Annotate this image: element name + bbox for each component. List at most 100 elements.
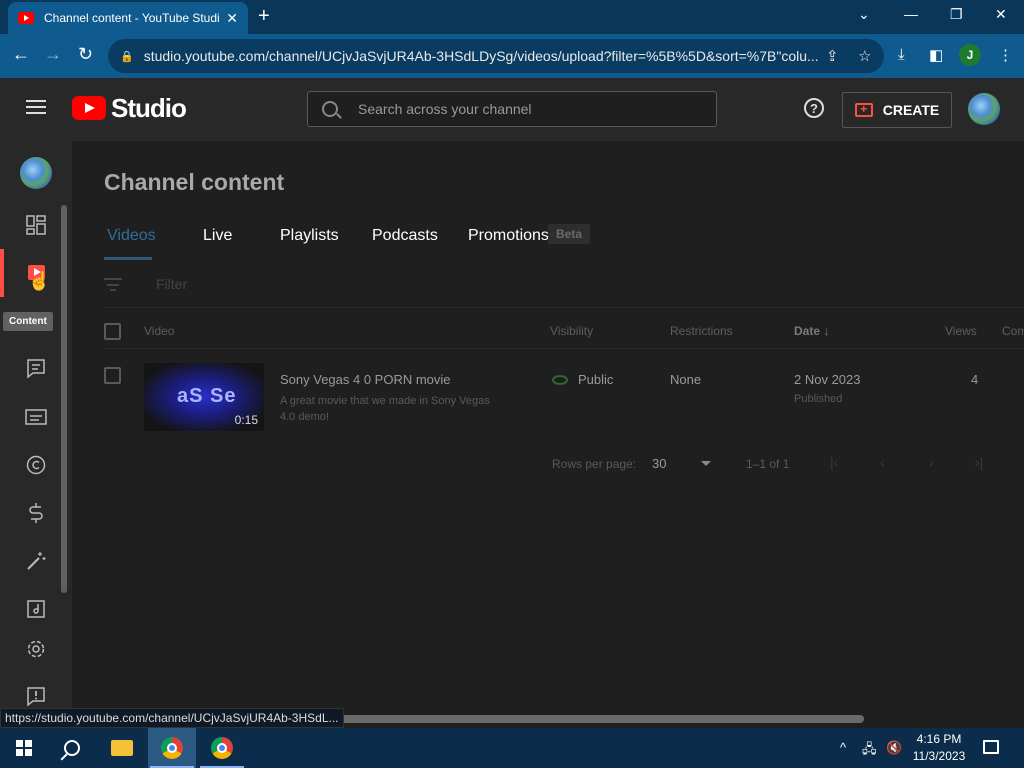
dropdown-arrow-icon[interactable] [701, 461, 711, 466]
windows-taskbar: ^ 🖧 🔇 4:16 PM 11/3/2023 [0, 728, 1024, 768]
earn-icon[interactable] [24, 501, 48, 525]
column-restrictions: Restrictions [670, 324, 733, 338]
next-page-icon[interactable]: › [929, 454, 934, 470]
channel-search[interactable] [307, 91, 717, 127]
volume-muted-icon[interactable]: 🔇 [886, 740, 902, 756]
address-bar[interactable]: 🔒 studio.youtube.com/channel/UCjvJaSvjUR… [108, 39, 884, 73]
start-button[interactable] [0, 728, 48, 768]
video-description: A great movie that we made in Sony Vegas… [280, 395, 490, 423]
create-label: CREATE [882, 102, 940, 118]
forward-button[interactable]: → [44, 44, 62, 65]
select-all-checkbox[interactable] [104, 323, 121, 340]
tab-live[interactable]: Live [203, 227, 232, 245]
profile-avatar[interactable]: J [959, 44, 981, 66]
video-duration: 0:15 [234, 413, 258, 427]
sidebar-scrollbar[interactable] [61, 205, 67, 593]
rows-per-page-label: Rows per page: [552, 457, 637, 471]
download-icon[interactable]: ⤓ [898, 46, 905, 63]
customization-icon[interactable] [24, 549, 48, 573]
row-checkbox[interactable] [104, 367, 121, 384]
show-hidden-icons-icon[interactable]: ^ [840, 740, 846, 755]
tab-playlists[interactable]: Playlists [280, 227, 339, 245]
tab-promotions[interactable]: Promotions [468, 227, 549, 245]
reload-button[interactable]: ↻ [78, 44, 93, 65]
thumbnail-text: aS Se [177, 385, 237, 407]
tab-title: Channel content - YouTube Studio [44, 11, 219, 25]
video-title[interactable]: Sony Vegas 4 0 PORN movie [280, 372, 451, 387]
video-thumbnail[interactable]: aS Se 0:15 [144, 363, 264, 431]
comments-icon[interactable] [24, 357, 48, 381]
back-button[interactable]: ← [12, 44, 30, 65]
restore-button[interactable]: ❐ [950, 6, 963, 23]
bookmark-star-icon[interactable]: ☆ [858, 47, 871, 65]
search-icon [64, 740, 80, 756]
prev-page-icon[interactable]: ‹ [880, 454, 885, 470]
notification-center-icon[interactable] [983, 740, 999, 754]
new-tab-button[interactable]: + [258, 5, 270, 28]
windows-logo-icon [16, 740, 32, 756]
side-panel-icon[interactable]: ◧ [929, 46, 943, 64]
network-icon[interactable]: 🖧 [862, 740, 877, 762]
hamburger-menu-icon[interactable] [26, 100, 46, 114]
menu-kebab-icon[interactable]: ⋮ [998, 46, 1013, 64]
dashboard-icon[interactable] [24, 213, 48, 237]
tab-videos[interactable]: Videos [107, 227, 156, 245]
rows-per-page-select[interactable]: 30 [652, 456, 666, 471]
system-clock[interactable]: 4:16 PM 11/3/2023 [912, 731, 966, 765]
feedback-icon[interactable] [24, 685, 48, 709]
tab-search-icon[interactable]: ⌄ [858, 6, 870, 23]
filter-icon[interactable] [104, 278, 122, 291]
column-date[interactable]: Date ↓ [794, 324, 829, 338]
browser-tab-bar: Channel content - YouTube Studio ✕ + ⌄ —… [0, 0, 1024, 34]
help-icon[interactable]: ? [804, 98, 824, 118]
column-comments: Com [1002, 324, 1024, 338]
header-divider [104, 348, 1024, 349]
chrome-icon [211, 737, 233, 759]
chrome-icon [161, 737, 183, 759]
active-tab-underline [104, 257, 152, 260]
browser-toolbar: ← → ↻ 🔒 studio.youtube.com/channel/UCjvJ… [0, 34, 1024, 78]
chrome-taskbar-button-1[interactable] [148, 728, 196, 768]
date-status: Published [794, 393, 843, 405]
account-avatar[interactable] [968, 93, 1000, 125]
sort-down-icon: ↓ [823, 324, 830, 338]
minimize-button[interactable]: — [904, 6, 918, 22]
tab-close-icon[interactable]: ✕ [226, 10, 238, 27]
column-date-label: Date [794, 324, 821, 338]
youtube-favicon-icon [18, 12, 34, 24]
tab-podcasts[interactable]: Podcasts [372, 227, 438, 245]
visibility-value[interactable]: Public [578, 372, 613, 387]
audio-library-icon[interactable] [24, 597, 48, 621]
copyright-icon[interactable] [24, 453, 48, 477]
channel-avatar[interactable] [20, 157, 52, 189]
close-window-button[interactable]: ✕ [995, 6, 1007, 23]
divider [104, 307, 1024, 308]
beta-badge: Beta [548, 224, 591, 244]
active-indicator [0, 249, 4, 297]
clock-date: 11/3/2023 [912, 749, 966, 763]
taskbar-search-button[interactable] [48, 728, 96, 768]
page-title: Channel content [104, 169, 285, 195]
create-button[interactable]: + CREATE [842, 92, 952, 128]
chrome-taskbar-button-2[interactable] [198, 728, 246, 768]
lock-icon[interactable]: 🔒 [120, 50, 134, 63]
url-text: studio.youtube.com/channel/UCjvJaSvjUR4A… [143, 48, 819, 64]
first-page-icon[interactable]: |‹ [830, 454, 838, 470]
studio-logo-text[interactable]: Studio [111, 93, 187, 124]
filter-input[interactable]: Filter [156, 276, 187, 292]
channel-content-main: Channel content Videos Live Playlists Po… [72, 141, 1024, 728]
folder-icon [111, 740, 133, 756]
share-icon[interactable]: ⇪ [826, 47, 839, 65]
subtitles-icon[interactable] [24, 405, 48, 429]
search-icon [322, 101, 338, 117]
create-video-icon: + [854, 103, 873, 117]
clock-time: 4:16 PM [916, 732, 962, 746]
search-input[interactable] [358, 101, 688, 117]
last-page-icon[interactable]: ›| [975, 454, 983, 470]
file-explorer-button[interactable] [98, 728, 146, 768]
studio-header: Studio ? + CREATE [0, 78, 1024, 141]
browser-tab[interactable]: Channel content - YouTube Studio ✕ [8, 2, 248, 34]
settings-icon[interactable] [24, 637, 48, 661]
sidebar: ☝ Content [0, 141, 72, 728]
youtube-logo-icon[interactable] [72, 96, 106, 120]
